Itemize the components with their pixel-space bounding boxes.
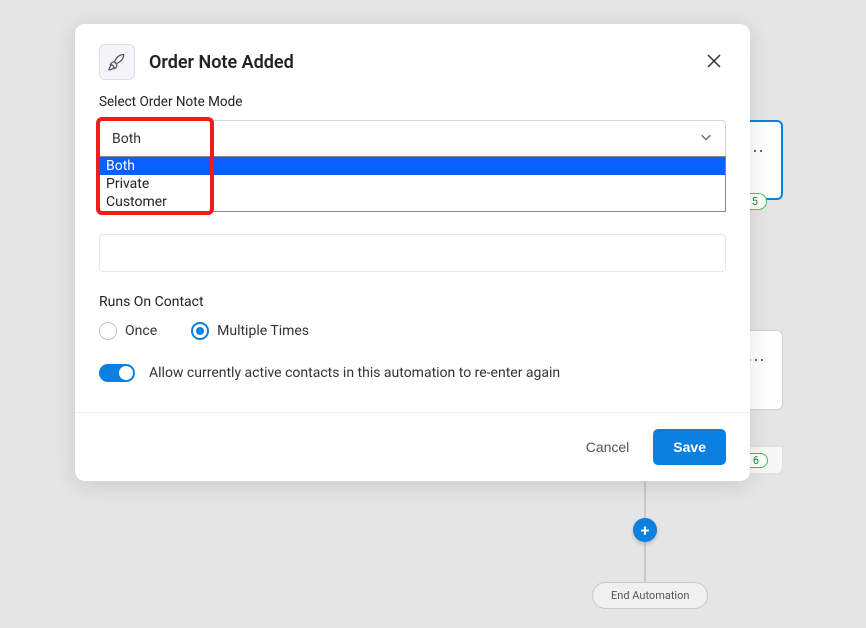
radio-multiple[interactable]: Multiple Times: [191, 322, 309, 340]
end-automation-node[interactable]: End Automation: [592, 582, 708, 609]
runs-on-contact-label: Runs On Contact: [99, 294, 726, 310]
radio-multiple-label: Multiple Times: [217, 323, 309, 339]
close-icon[interactable]: [702, 48, 726, 76]
add-step-button[interactable]: +: [633, 518, 657, 542]
mode-option-private[interactable]: Private: [100, 175, 725, 193]
secondary-input[interactable]: [99, 234, 726, 272]
radio-once[interactable]: Once: [99, 322, 157, 340]
modal-body: Select Order Note Mode Both Both Private…: [75, 94, 750, 412]
modal-title: Order Note Added: [149, 52, 702, 73]
secondary-field: [99, 234, 726, 272]
mode-field-label: Select Order Note Mode: [99, 94, 726, 110]
mode-select-wrap: Both Both Private Customer: [99, 120, 726, 158]
modal-header: Order Note Added: [75, 24, 750, 94]
modal-footer: Cancel Save: [75, 412, 750, 481]
reenter-toggle[interactable]: [99, 364, 135, 382]
cancel-button[interactable]: Cancel: [576, 431, 640, 463]
radio-multiple-circle: [191, 322, 209, 340]
mode-selected-value: Both: [112, 131, 141, 147]
reenter-toggle-label: Allow currently active contacts in this …: [149, 365, 560, 381]
reenter-toggle-row: Allow currently active contacts in this …: [99, 364, 726, 402]
radio-once-label: Once: [125, 323, 157, 339]
mode-option-customer[interactable]: Customer: [100, 193, 725, 211]
order-note-modal: Order Note Added Select Order Note Mode …: [75, 24, 750, 481]
mode-dropdown: Both Private Customer: [99, 156, 726, 212]
rocket-icon: [99, 44, 135, 80]
mode-option-both[interactable]: Both: [100, 157, 725, 175]
radio-once-circle: [99, 322, 117, 340]
mode-select[interactable]: Both: [99, 120, 726, 158]
chevron-down-icon: [699, 130, 713, 148]
runs-radio-group: Once Multiple Times: [99, 322, 726, 340]
save-button[interactable]: Save: [653, 429, 726, 465]
